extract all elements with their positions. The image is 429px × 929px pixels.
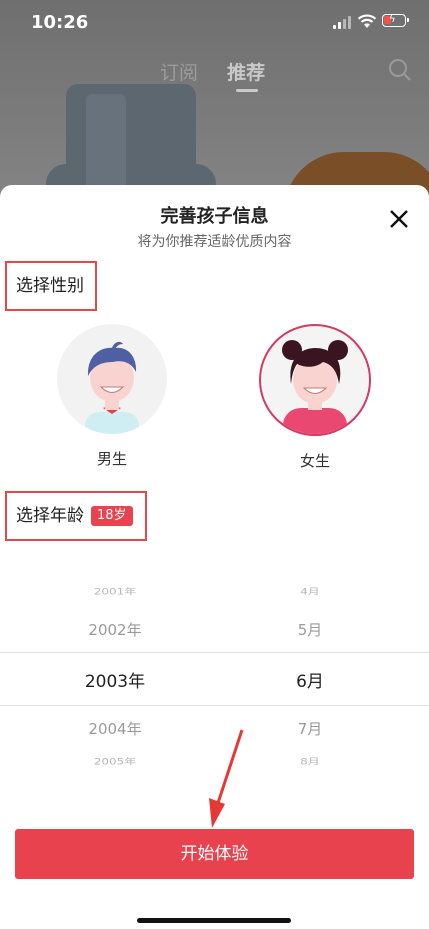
home-indicator [137, 918, 291, 923]
battery-icon: ϟ [382, 14, 409, 27]
top-tabs: 订阅 推荐 [160, 58, 289, 92]
search-icon[interactable] [388, 58, 412, 82]
month-option[interactable]: 5月 [250, 619, 370, 640]
status-time: 10:26 [31, 12, 89, 33]
month-option[interactable]: 8月 [250, 756, 370, 768]
status-bar: 10:26 ϟ [0, 0, 429, 46]
month-option-selected[interactable]: 6月 [250, 667, 370, 692]
month-option[interactable]: 7月 [250, 718, 370, 739]
tab-recommend[interactable]: 推荐 [227, 58, 265, 92]
gender-option-male[interactable]: 男生 [56, 324, 168, 469]
female-label: 女生 [299, 452, 330, 470]
age-badge: 18岁 [91, 506, 133, 526]
signal-icon [333, 16, 351, 29]
year-option[interactable]: 2005年 [55, 756, 175, 768]
male-avatar[interactable] [57, 324, 167, 434]
female-avatar[interactable] [259, 324, 371, 436]
year-option-selected[interactable]: 2003年 [55, 667, 175, 692]
year-option[interactable]: 2002年 [55, 619, 175, 640]
start-button[interactable]: 开始体验 [15, 829, 414, 879]
annotation-arrow [209, 729, 244, 828]
year-option[interactable]: 2004年 [55, 718, 175, 739]
wifi-icon [357, 14, 377, 28]
child-info-sheet: 完善孩子信息 将为你推荐适龄优质内容 选择性别 男生 女生 选择年龄 18岁 2… [0, 185, 429, 929]
age-section-text: 选择年龄 [16, 506, 84, 526]
month-option[interactable]: 4月 [250, 586, 370, 598]
picker-divider-top [0, 652, 429, 653]
close-icon[interactable] [387, 207, 411, 231]
year-option[interactable]: 2001年 [55, 586, 175, 598]
gender-section-text: 选择性别 [16, 276, 84, 296]
sheet-subtitle: 将为你推荐适龄优质内容 [137, 234, 292, 250]
gender-section-label: 选择性别 [5, 261, 97, 311]
tab-subscribe[interactable]: 订阅 [160, 58, 198, 85]
male-label: 男生 [96, 450, 127, 468]
picker-divider-bottom [0, 705, 429, 706]
gender-option-female[interactable]: 女生 [259, 324, 371, 471]
age-section-label: 选择年龄 18岁 [5, 491, 147, 541]
sheet-title: 完善孩子信息 [160, 206, 269, 227]
